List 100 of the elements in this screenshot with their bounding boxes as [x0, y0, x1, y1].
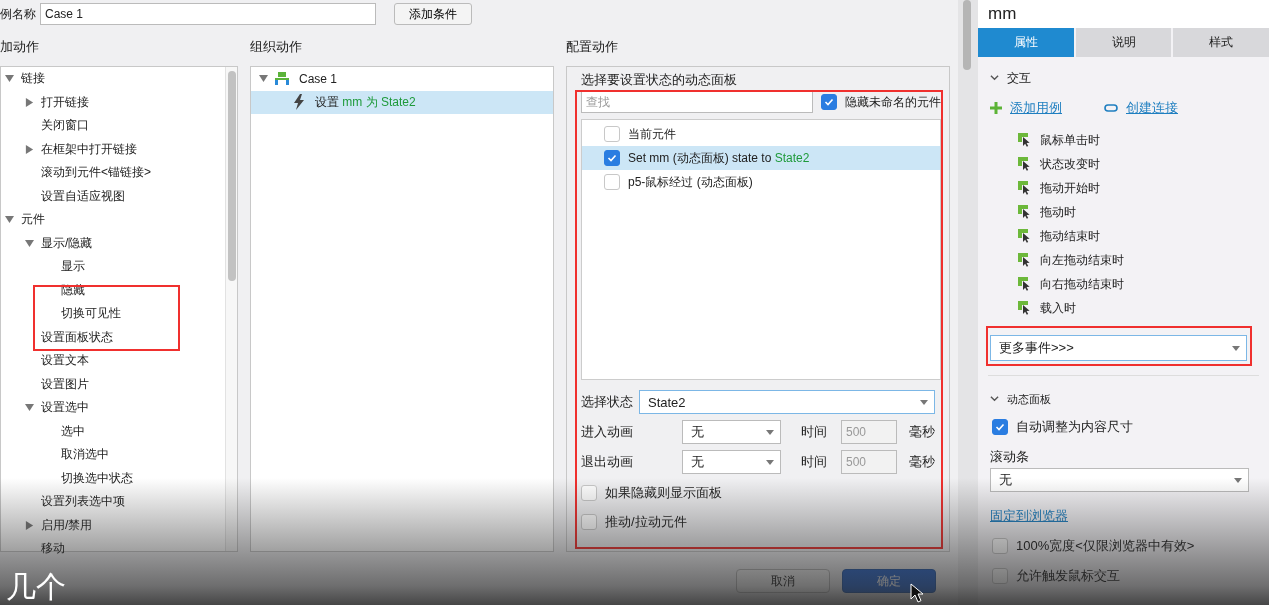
field-label: 时间: [801, 453, 827, 471]
tree-item[interactable]: 设置选中: [41, 399, 89, 417]
checkbox-label: 允许触发鼠标交互: [1016, 567, 1120, 585]
checkbox[interactable]: [992, 568, 1008, 584]
unit-label: 毫秒: [909, 453, 935, 471]
section-title: 配置动作: [566, 38, 619, 56]
field-label: 选择状态: [581, 393, 633, 411]
expanded-arrow-icon[interactable]: [24, 403, 34, 413]
tree-item[interactable]: 选中: [61, 422, 85, 440]
collapsed-arrow-icon[interactable]: [24, 144, 34, 154]
inspector-tab[interactable]: 样式: [1173, 28, 1269, 57]
dropdown-caret-icon: [766, 459, 774, 465]
checkbox-label: 推动/拉动元件: [605, 513, 687, 531]
tree-item[interactable]: 启用/禁用: [41, 516, 93, 534]
checkbox[interactable]: [581, 514, 597, 530]
event-item[interactable]: 向右拖动结束时: [1040, 275, 1124, 293]
event-item[interactable]: 鼠标单击时: [1040, 131, 1100, 149]
tree-item[interactable]: 显示/隐藏: [41, 234, 93, 252]
state-dropdown[interactable]: State2: [639, 390, 935, 414]
tree-item[interactable]: 关闭窗口: [41, 117, 89, 135]
tree-item[interactable]: 设置自适应视图: [41, 187, 125, 205]
checkbox-label: 100%宽度<仅限浏览器中有效>: [1016, 537, 1195, 555]
animation-dropdown[interactable]: 无: [682, 420, 781, 444]
expanded-arrow-icon[interactable]: [4, 215, 14, 225]
inspector-tab[interactable]: 属性: [978, 28, 1074, 57]
event-cursor-icon: [1018, 181, 1032, 195]
tree-item[interactable]: 显示: [61, 258, 85, 276]
tree-item[interactable]: 切换可见性: [61, 305, 121, 323]
lightning-icon: [293, 94, 305, 111]
tree-item[interactable]: 设置文本: [41, 352, 89, 370]
tree-item[interactable]: 元件: [21, 211, 45, 229]
case-icon: [275, 72, 289, 86]
event-cursor-icon: [1018, 229, 1032, 243]
field-label: 滚动条: [990, 448, 1029, 466]
dropdown-caret-icon: [920, 399, 928, 405]
event-item[interactable]: 载入时: [1040, 299, 1076, 317]
checkmark-icon: [995, 422, 1005, 432]
expanded-arrow-icon[interactable]: [24, 238, 34, 248]
chevron-down-icon[interactable]: [990, 394, 999, 403]
scrollbar-dropdown[interactable]: 无: [990, 468, 1249, 492]
tree-item[interactable]: 设置图片: [41, 375, 89, 393]
animation-dropdown[interactable]: 无: [682, 450, 781, 474]
checkmark-icon: [824, 97, 834, 107]
section-title: 交互: [1007, 69, 1031, 87]
expanded-arrow-icon[interactable]: [4, 74, 14, 84]
event-cursor-icon: [1018, 301, 1032, 315]
tree-item[interactable]: 移动: [41, 540, 65, 558]
event-item[interactable]: 状态改变时: [1040, 155, 1100, 173]
checkbox-label: 自动调整为内容尺寸: [1016, 418, 1133, 436]
unit-label: 毫秒: [909, 423, 935, 441]
field-label: 例名称: [0, 5, 36, 23]
subtitle: 几个: [6, 570, 66, 604]
plus-icon: [990, 102, 1002, 114]
event-cursor-icon: [1018, 253, 1032, 267]
event-item[interactable]: 向左拖动结束时: [1040, 251, 1124, 269]
tree-item[interactable]: 滚动到元件<锚链接>: [41, 164, 151, 182]
scrollbar-thumb[interactable]: [228, 71, 236, 281]
checkbox[interactable]: [992, 538, 1008, 554]
tree-item[interactable]: 取消选中: [61, 446, 109, 464]
event-cursor-icon: [1018, 277, 1032, 291]
add-case-link[interactable]: 添加用例: [1010, 99, 1062, 117]
tree-item[interactable]: 切换选中状态: [61, 469, 133, 487]
event-item[interactable]: 拖动开始时: [1040, 179, 1100, 197]
tree-item[interactable]: 设置面板状态: [41, 328, 113, 346]
case-label[interactable]: Case 1: [299, 71, 338, 86]
link-icon: [1104, 104, 1118, 112]
create-link[interactable]: 创建连接: [1126, 99, 1178, 117]
checkbox[interactable]: [604, 150, 620, 166]
more-events-dropdown[interactable]: 更多事件>>>: [990, 335, 1247, 361]
event-cursor-icon: [1018, 205, 1032, 219]
list-item[interactable]: 当前元件: [628, 125, 676, 143]
checkbox[interactable]: [581, 485, 597, 501]
checkbox[interactable]: [992, 419, 1008, 435]
list-item[interactable]: p5-鼠标经过 (动态面板): [628, 173, 753, 191]
field-label: 时间: [801, 423, 827, 441]
event-cursor-icon: [1018, 133, 1032, 147]
expanded-arrow-icon[interactable]: [258, 74, 268, 84]
add-condition-button[interactable]: 添加条件: [394, 3, 472, 25]
scrollbar-thumb[interactable]: [963, 0, 971, 70]
tree-item[interactable]: 链接: [21, 70, 45, 88]
tree-item[interactable]: 在框架中打开链接: [41, 140, 137, 158]
tree-item[interactable]: 打开链接: [41, 93, 89, 111]
collapsed-arrow-icon[interactable]: [24, 520, 34, 530]
checkbox[interactable]: [821, 94, 837, 110]
checkbox[interactable]: [604, 174, 620, 190]
event-cursor-icon: [1018, 157, 1032, 171]
event-item[interactable]: 拖动时: [1040, 203, 1076, 221]
field-label: 进入动画: [581, 423, 634, 441]
tree-item[interactable]: 设置列表选中项: [41, 493, 125, 511]
widget-name-field[interactable]: mm: [978, 0, 1269, 28]
inspector-tab[interactable]: 说明: [1075, 28, 1172, 57]
chevron-down-icon[interactable]: [990, 73, 999, 82]
checkbox-label: 如果隐藏则显示面板: [605, 484, 722, 502]
event-item[interactable]: 拖动结束时: [1040, 227, 1100, 245]
checkbox-label: 隐藏未命名的元件: [845, 93, 941, 111]
checkbox[interactable]: [604, 126, 620, 142]
collapsed-arrow-icon[interactable]: [24, 97, 34, 107]
case-name-field[interactable]: Case 1: [40, 3, 376, 25]
panel-title: 选择要设置状态的动态面板: [581, 71, 738, 89]
field-label: 退出动画: [581, 453, 634, 471]
